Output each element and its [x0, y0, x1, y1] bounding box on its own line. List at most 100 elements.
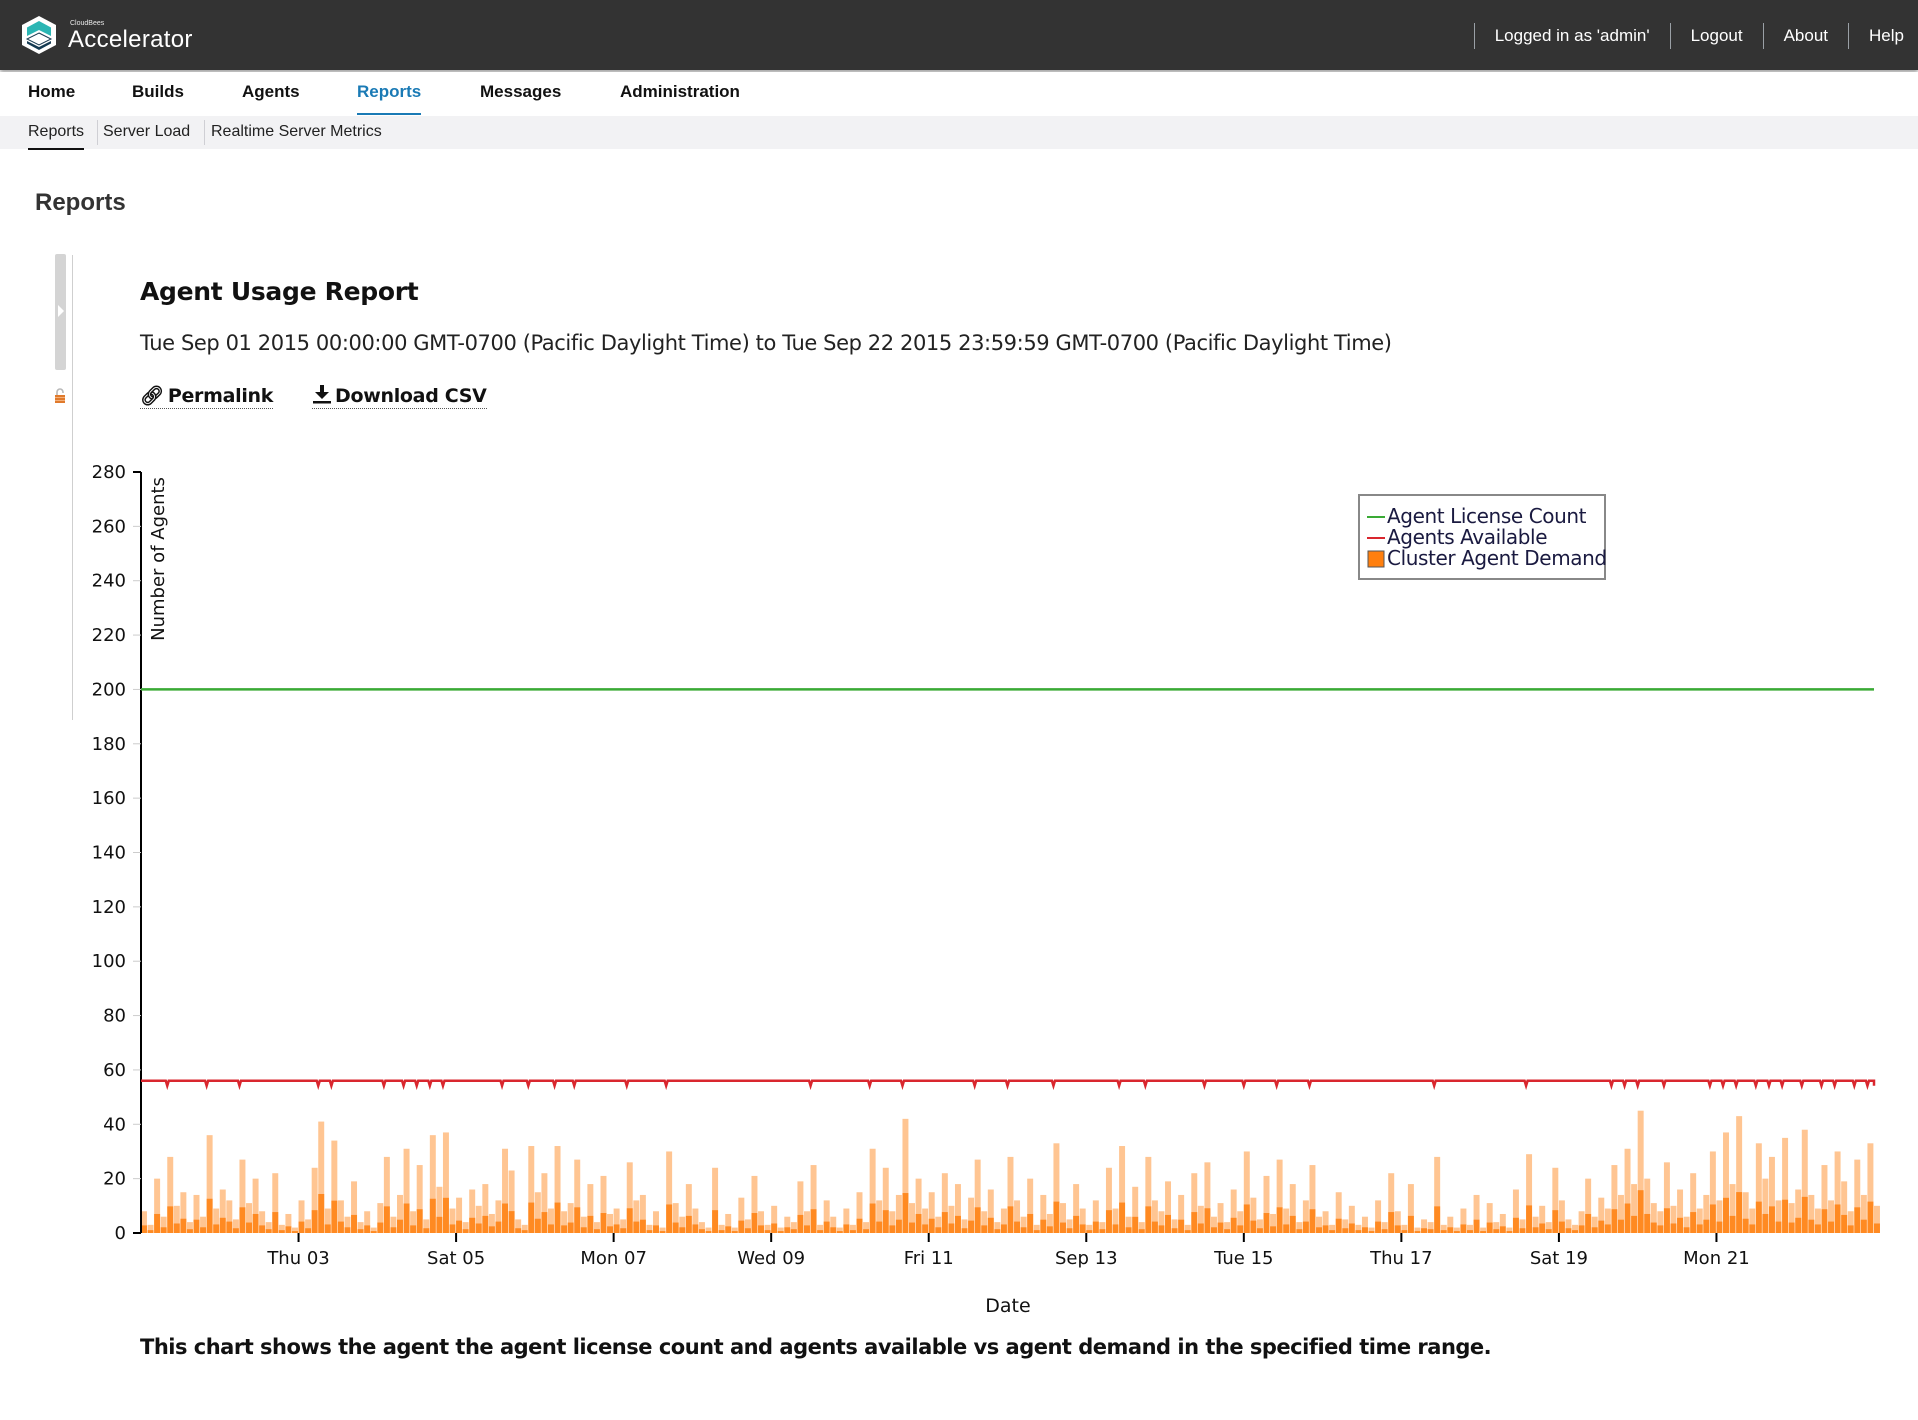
expand-arrow-icon	[58, 305, 64, 317]
demand-bar-core	[1578, 1225, 1585, 1233]
demand-bar-core	[416, 1209, 423, 1233]
nav-reports[interactable]: Reports	[357, 82, 422, 115]
demand-bar-core	[1132, 1216, 1139, 1233]
demand-bar-core	[259, 1225, 266, 1233]
demand-bar-core	[1703, 1219, 1710, 1233]
demand-bar-core	[331, 1200, 338, 1233]
demand-bar-core	[344, 1227, 351, 1233]
demand-bar-core	[1250, 1220, 1257, 1233]
demand-bar-core	[541, 1212, 548, 1233]
demand-bar-core	[1486, 1222, 1493, 1233]
demand-bar-core	[1099, 1229, 1106, 1233]
page-title: Reports	[35, 189, 126, 216]
demand-bar-core	[784, 1227, 791, 1233]
demand-bar-core	[1795, 1217, 1802, 1233]
demand-bar-core	[1289, 1215, 1296, 1233]
demand-bar-core	[1046, 1226, 1053, 1233]
demand-bar-core	[1210, 1227, 1217, 1233]
x-tick-label: Sat 19	[1530, 1248, 1588, 1269]
subnav-realtime-server-metrics[interactable]: Realtime Server Metrics	[211, 123, 382, 141]
help-link[interactable]: Help	[1849, 26, 1918, 46]
demand-bar-core	[1834, 1204, 1841, 1233]
demand-bar-core	[410, 1225, 417, 1233]
demand-bar-core	[1519, 1228, 1526, 1233]
demand-bar-core	[607, 1226, 614, 1233]
demand-bar-core	[469, 1217, 476, 1233]
demand-bar-core	[377, 1222, 384, 1233]
demand-bar-core	[1237, 1225, 1244, 1233]
legend-swatch-demand	[1367, 550, 1385, 568]
report-date-range: Tue Sep 01 2015 00:00:00 GMT-0700 (Pacif…	[140, 331, 1392, 355]
subnav-server-load[interactable]: Server Load	[103, 123, 190, 141]
demand-bar-core	[1329, 1230, 1336, 1233]
subnav-reports[interactable]: Reports	[28, 123, 85, 150]
x-tick-label: Sep 13	[1055, 1248, 1118, 1269]
y-tick-label: 220	[92, 625, 126, 646]
demand-bar-core	[666, 1204, 673, 1233]
download-csv-link[interactable]: Download CSV	[312, 384, 487, 409]
main-nav: Home Builds Agents Reports Messages Admi…	[0, 72, 1918, 116]
nav-messages[interactable]: Messages	[480, 82, 561, 102]
unlock-icon[interactable]	[54, 388, 66, 404]
demand-bar-core	[810, 1209, 817, 1233]
demand-bar-core	[797, 1214, 804, 1233]
demand-bar-core	[804, 1225, 810, 1233]
panel-expand-handle[interactable]	[55, 254, 66, 370]
demand-bar-core	[1742, 1218, 1749, 1233]
demand-bar-core	[154, 1213, 161, 1233]
demand-bar-core	[639, 1219, 646, 1233]
demand-bar-core	[1184, 1230, 1191, 1233]
demand-bar-core	[1624, 1203, 1631, 1233]
subnav-separator	[204, 120, 205, 145]
agents-available-line	[141, 1079, 1876, 1091]
chart-legend: Agent License Count Agents Available Clu…	[1358, 494, 1607, 580]
demand-bar-core	[226, 1221, 233, 1233]
demand-bar-core	[272, 1212, 279, 1233]
demand-bar-core	[475, 1223, 482, 1233]
demand-bar-core	[1296, 1229, 1303, 1233]
demand-bar-core	[1158, 1225, 1165, 1233]
demand-bar-core	[954, 1215, 961, 1233]
demand-bar-core	[1060, 1222, 1066, 1233]
top-header-bar: CloudBees Accelerator Logged in as 'admi…	[0, 0, 1918, 70]
accelerator-logo-icon[interactable]	[18, 14, 60, 56]
demand-bar-core	[278, 1230, 285, 1233]
demand-bar-core	[291, 1231, 298, 1233]
nav-builds[interactable]: Builds	[132, 82, 184, 102]
demand-bar-core	[1539, 1223, 1546, 1233]
nav-home[interactable]: Home	[28, 82, 75, 102]
demand-bar-core	[961, 1228, 968, 1233]
demand-bar-core	[482, 1215, 489, 1233]
demand-bar-core	[1342, 1228, 1349, 1233]
about-link[interactable]: About	[1764, 26, 1848, 46]
nav-agents[interactable]: Agents	[242, 82, 300, 102]
demand-bar-core	[1361, 1227, 1368, 1233]
demand-bar-core	[672, 1222, 679, 1233]
demand-bar-core	[521, 1230, 528, 1233]
demand-bar-core	[935, 1227, 942, 1233]
demand-bar-core	[200, 1227, 207, 1233]
nav-administration[interactable]: Administration	[620, 82, 740, 102]
demand-bar-core	[1801, 1196, 1808, 1233]
demand-bar-core	[265, 1229, 272, 1233]
demand-bar-core	[751, 1213, 758, 1233]
demand-bar-core	[1572, 1230, 1579, 1233]
demand-bar-core	[246, 1222, 252, 1233]
demand-bar-core	[771, 1223, 778, 1233]
demand-bar-core	[692, 1224, 699, 1233]
demand-bar-core	[1217, 1222, 1224, 1233]
permalink-link[interactable]: 🔗︎ Permalink	[140, 384, 273, 409]
demand-bar-core	[1197, 1223, 1204, 1233]
demand-bar-core	[252, 1213, 259, 1233]
demand-bar-core	[1709, 1204, 1716, 1233]
download-icon	[313, 385, 331, 404]
demand-bar-core	[508, 1211, 515, 1233]
user-menu: Logged in as 'admin' Logout About Help	[1473, 22, 1918, 50]
brand-name[interactable]: Accelerator	[68, 26, 193, 54]
demand-bar-core	[285, 1226, 292, 1233]
logout-link[interactable]: Logout	[1671, 26, 1763, 46]
demand-bar-core	[1874, 1223, 1880, 1233]
demand-bar-core	[547, 1224, 554, 1233]
demand-bar-core	[383, 1206, 390, 1233]
demand-bar-core	[370, 1231, 377, 1233]
